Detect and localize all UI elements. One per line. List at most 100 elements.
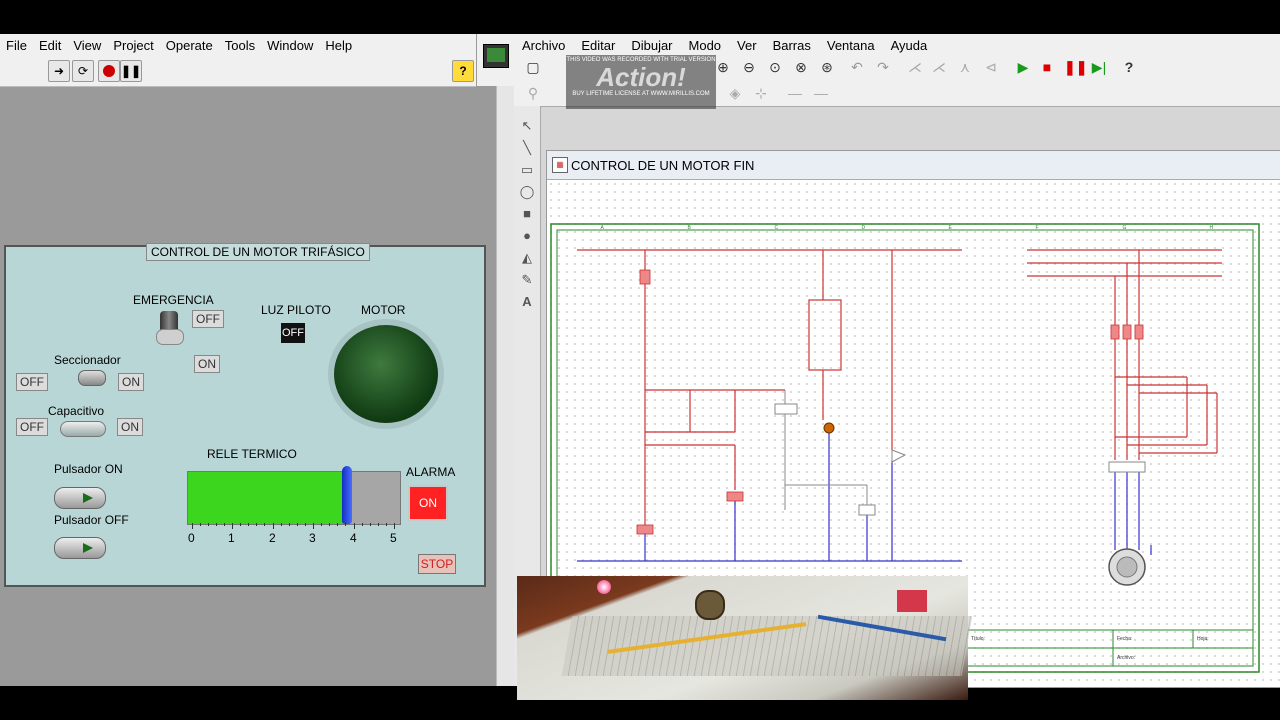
abort-icon[interactable] — [98, 60, 120, 82]
column-marker: H — [1210, 225, 1214, 231]
alarma-led: ON — [408, 485, 448, 521]
vi-icon — [483, 44, 509, 68]
motor-indicator — [334, 325, 438, 423]
scale-label: 4 — [350, 531, 357, 545]
rele-termico-slider[interactable] — [187, 466, 401, 525]
seccionador-switch[interactable] — [78, 370, 106, 386]
menu-window[interactable]: Window — [261, 38, 319, 53]
help-query-icon[interactable]: ? — [1120, 59, 1138, 75]
recorder-watermark: THIS VIDEO WAS RECORDED WITH TRIAL VERSI… — [566, 55, 716, 109]
run-arrow-icon[interactable]: ➜ — [48, 60, 70, 82]
capacitivo-on-text: ON — [117, 418, 143, 436]
tool-d-icon[interactable]: ⊲ — [982, 59, 1000, 76]
vertical-scrollbar[interactable] — [496, 86, 515, 686]
luz-piloto-label: LUZ PILOTO — [261, 303, 331, 317]
zoom-all-icon[interactable]: ⊛ — [818, 59, 836, 76]
play-icon[interactable]: ▶ — [1014, 59, 1032, 76]
fuses — [1110, 324, 1144, 340]
select-arrow-icon[interactable]: ↖ — [518, 118, 536, 134]
labview-window: File Edit View Project Operate Tools Win… — [0, 34, 515, 686]
scale-minor-tick — [321, 523, 322, 526]
scale-minor-tick — [224, 523, 225, 526]
help-icon[interactable]: ? — [452, 60, 474, 82]
rectangle-tool-icon[interactable]: ▭ — [518, 162, 536, 178]
move-v-icon[interactable]: ⊹ — [752, 85, 770, 102]
scale-tick — [313, 523, 314, 529]
zoom-out-icon[interactable]: ⊖ — [740, 59, 758, 76]
emergencia-switch[interactable] — [156, 311, 184, 345]
rele-termico-thumb[interactable] — [342, 466, 352, 524]
new-file-icon[interactable]: ▢ — [524, 59, 542, 76]
menu-tools[interactable]: Tools — [219, 38, 261, 53]
scale-minor-tick — [370, 523, 371, 526]
redo-icon[interactable]: ↷ — [874, 59, 892, 76]
menu-barras[interactable]: Barras — [765, 38, 819, 53]
tool-b-icon[interactable]: ⋌ — [930, 59, 948, 76]
menu-project[interactable]: Project — [107, 38, 159, 53]
menu-editar[interactable]: Editar — [573, 38, 623, 53]
auxiliary-wiring — [774, 390, 907, 516]
stop-sim-icon[interactable]: ■ — [1038, 59, 1056, 75]
title-block-title: Título: — [971, 636, 985, 642]
rele-termico-fill — [188, 472, 347, 524]
scale-label: 1 — [228, 531, 235, 545]
step-icon[interactable]: ▶| — [1090, 59, 1108, 76]
capacitivo-switch[interactable] — [60, 421, 106, 437]
menu-operate[interactable]: Operate — [160, 38, 219, 53]
scale-tick — [394, 523, 395, 529]
pencil-icon[interactable]: ✎ — [518, 272, 536, 288]
zoom-area-icon[interactable]: ⊙ — [766, 59, 784, 76]
labview-menubar: File Edit View Project Operate Tools Win… — [0, 34, 476, 56]
text-tool-icon[interactable]: A — [518, 294, 536, 309]
menu-view[interactable]: View — [67, 38, 107, 53]
filled-ellipse-icon[interactable]: ● — [518, 228, 536, 243]
pulsador-on-label: Pulsador ON — [54, 462, 123, 476]
menu-file[interactable]: File — [0, 38, 33, 53]
scale-minor-tick — [289, 523, 290, 526]
scale-tick — [354, 523, 355, 529]
stop-button[interactable]: STOP — [418, 554, 456, 574]
alarma-label: ALARMA — [406, 465, 456, 479]
pulsador-on-button[interactable] — [54, 487, 106, 509]
column-marker: C — [775, 225, 779, 231]
scale-minor-tick — [264, 523, 265, 526]
scale-minor-tick — [386, 523, 387, 526]
title-block — [966, 629, 1253, 666]
scale-minor-tick — [248, 523, 249, 526]
title-block-sheet: Hoja: — [1197, 636, 1209, 642]
pin-icon[interactable]: ⚲ — [524, 85, 542, 102]
glowing-led — [597, 580, 611, 594]
line-b-icon[interactable]: — — [812, 85, 830, 101]
pause-icon[interactable]: ❚❚ — [120, 60, 142, 82]
line-tool-icon[interactable]: ╲ — [518, 140, 536, 156]
motor-leads — [1114, 472, 1152, 555]
scale-minor-tick — [240, 523, 241, 526]
zoom-fit-icon[interactable]: ⊗ — [792, 59, 810, 76]
pause-sim-icon[interactable]: ❚❚ — [1064, 59, 1087, 76]
fill-bucket-icon[interactable]: ◭ — [518, 250, 536, 266]
front-panel: CONTROL DE UN MOTOR TRIFÁSICO EMERGENCIA… — [4, 243, 486, 587]
line-a-icon[interactable]: — — [786, 85, 804, 101]
move-h-icon[interactable]: ◈ — [726, 85, 744, 102]
thermal-relay-box — [1108, 461, 1146, 473]
menu-edit[interactable]: Edit — [33, 38, 67, 53]
menu-ayuda[interactable]: Ayuda — [883, 38, 936, 53]
menu-help[interactable]: Help — [319, 38, 358, 53]
tool-a-icon[interactable]: ⋌ — [906, 59, 924, 76]
pulsador-off-button[interactable] — [54, 537, 106, 559]
undo-icon[interactable]: ↶ — [848, 59, 866, 76]
scale-minor-tick — [337, 523, 338, 526]
menu-ver[interactable]: Ver — [729, 38, 765, 53]
menu-archivo[interactable]: Archivo — [514, 38, 573, 53]
filled-rectangle-icon[interactable]: ■ — [518, 206, 536, 221]
ellipse-tool-icon[interactable]: ◯ — [518, 184, 536, 200]
seccionador-label: Seccionador — [54, 353, 121, 367]
menu-dibujar[interactable]: Dibujar — [623, 38, 680, 53]
scale-minor-tick — [297, 523, 298, 526]
run-continuous-icon[interactable]: ⟳ — [72, 60, 94, 82]
menu-ventana[interactable]: Ventana — [819, 38, 883, 53]
menu-modo[interactable]: Modo — [681, 38, 730, 53]
zoom-in-icon[interactable]: ⊕ — [714, 59, 732, 76]
seccionador-off-text: OFF — [16, 373, 48, 391]
tool-c-icon[interactable]: ⋏ — [956, 59, 974, 76]
